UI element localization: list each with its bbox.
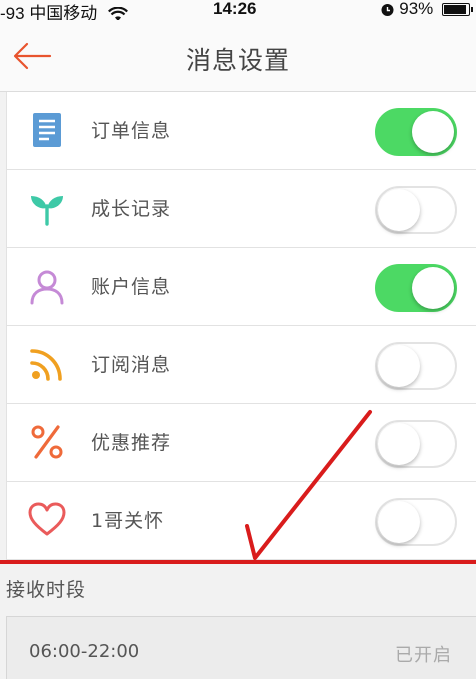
toggle-knob [378, 345, 420, 387]
period-time-range: 06:00-22:00 [29, 641, 140, 662]
setting-label: 订单信息 [91, 120, 172, 142]
receive-period-title: 接收时段 [6, 579, 87, 601]
battery-icon [442, 3, 473, 17]
order-list-icon [33, 113, 61, 147]
setting-row-promotion: 优惠推荐 [7, 404, 476, 482]
toggle-knob [412, 111, 454, 153]
navigation-bar: 消息设置 [0, 20, 476, 92]
page-title: 消息设置 [185, 46, 290, 75]
user-icon [30, 270, 64, 305]
clock-time: 14:26 [213, 0, 257, 18]
toggle-knob [378, 501, 420, 543]
battery-percent: 93% [399, 0, 434, 18]
promotion-toggle[interactable] [375, 420, 457, 468]
status-bar: -93 中国移动 14:26 93% [0, 0, 476, 23]
toggle-knob [378, 189, 420, 231]
setting-label: 成长记录 [91, 198, 172, 220]
setting-label: 账户信息 [91, 276, 172, 298]
setting-row-subscription: 订阅消息 [7, 326, 476, 404]
receive-period-row[interactable]: 06:00-22:00 已开启 [6, 616, 476, 679]
toggle-knob [378, 423, 420, 465]
notification-settings-list: 订单信息 成长记录 账户信息 订阅消息 优惠推荐 1哥关怀 [6, 92, 476, 560]
setting-row-order-info: 订单信息 [7, 92, 476, 170]
alarm-clock-icon [381, 4, 393, 17]
status-right: 93% [380, 0, 473, 19]
period-status: 已开启 [395, 645, 452, 666]
setting-row-account-info: 账户信息 [7, 248, 476, 326]
sprout-icon [31, 196, 63, 226]
toggle-knob [412, 267, 454, 309]
order-info-toggle[interactable] [375, 108, 457, 156]
setting-row-growth-record: 成长记录 [7, 170, 476, 248]
setting-label: 1哥关怀 [91, 510, 165, 532]
setting-row-care: 1哥关怀 [7, 482, 476, 560]
growth-record-toggle[interactable] [375, 186, 457, 234]
heart-icon [28, 502, 66, 536]
care-toggle[interactable] [375, 498, 457, 546]
annotation-underline [0, 560, 476, 564]
setting-label: 订阅消息 [91, 354, 172, 376]
setting-label: 优惠推荐 [91, 432, 172, 454]
percent-icon [31, 425, 63, 459]
subscription-toggle[interactable] [375, 342, 457, 390]
rss-icon [30, 349, 62, 381]
account-info-toggle[interactable] [375, 264, 457, 312]
